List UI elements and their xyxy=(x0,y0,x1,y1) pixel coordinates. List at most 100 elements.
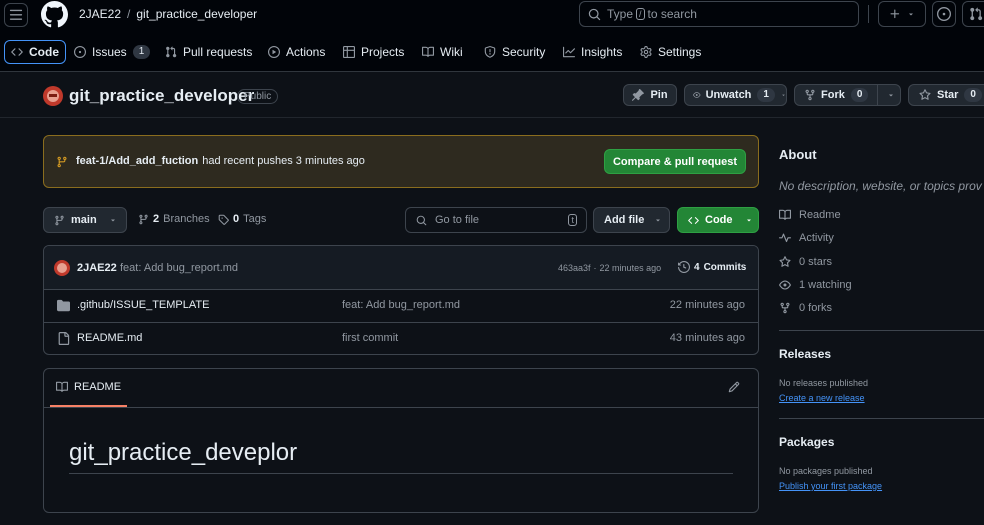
packages-title[interactable]: Packages xyxy=(779,435,834,449)
readme-tab[interactable]: README xyxy=(50,369,127,407)
tab-wiki[interactable]: Wiki xyxy=(416,40,469,64)
about-forks-link[interactable]: 0 forks xyxy=(779,302,832,314)
branches-label: Branches xyxy=(163,213,210,225)
go-to-file-input[interactable]: Go to file t xyxy=(405,207,587,233)
pull-requests-header-button[interactable] xyxy=(962,1,984,27)
about-title: About xyxy=(779,147,817,162)
star-icon xyxy=(919,89,931,100)
compare-pull-request-button[interactable]: Compare & pull request xyxy=(604,149,746,174)
tab-actions-label: Actions xyxy=(286,45,326,59)
star-label: Star xyxy=(937,89,959,101)
issue-opened-icon xyxy=(74,46,86,58)
triangle-down-icon xyxy=(746,219,751,222)
commit-message[interactable]: feat: Add bug_report.md xyxy=(120,262,238,274)
create-new-button[interactable] xyxy=(878,1,926,27)
add-file-button[interactable]: Add file xyxy=(593,207,670,233)
book-icon xyxy=(422,46,434,57)
branches-link[interactable]: 2 Branches xyxy=(138,213,210,225)
fork-counter: 0 xyxy=(850,88,869,102)
tab-insights[interactable]: Insights xyxy=(557,40,628,64)
triangle-down-icon[interactable] xyxy=(887,91,895,99)
repo-nav: Code Issues 1 Pull requests Actions Proj… xyxy=(0,40,984,72)
edit-readme-button[interactable] xyxy=(728,381,740,393)
book-icon xyxy=(56,381,68,392)
about-readme-link[interactable]: Readme xyxy=(779,209,841,221)
about-stars-link[interactable]: 0 stars xyxy=(779,256,832,268)
commit-author-avatar[interactable] xyxy=(54,260,70,276)
global-header: 2JAE22 / git_practice_developer Type / t… xyxy=(0,0,984,72)
watch-counter: 1 xyxy=(757,88,775,102)
search-icon xyxy=(416,215,427,225)
table-row[interactable]: README.md first commit 43 minutes ago xyxy=(44,323,758,354)
pin-icon xyxy=(632,89,645,101)
tab-projects[interactable]: Projects xyxy=(337,40,410,64)
plus-icon xyxy=(890,9,900,19)
tab-projects-label: Projects xyxy=(361,45,405,59)
table-row[interactable]: .github/ISSUE_TEMPLATE feat: Add bug_rep… xyxy=(44,290,758,322)
banner-branch[interactable]: feat-1/Add_add_fuction xyxy=(76,155,198,167)
tab-issues[interactable]: Issues 1 xyxy=(68,40,156,64)
commit-time: 22 minutes ago xyxy=(599,263,662,273)
file-table: 2JAE22 feat: Add bug_report.md 463aa3f ·… xyxy=(43,245,759,355)
star-button[interactable]: Star 0 xyxy=(908,84,984,106)
tags-label: Tags xyxy=(243,213,267,225)
tab-code[interactable]: Code xyxy=(4,40,66,64)
pin-label: Pin xyxy=(650,89,668,101)
issues-header-button[interactable] xyxy=(932,1,956,27)
recent-push-banner: feat-1/Add_add_fuction had recent pushes… xyxy=(43,135,759,188)
releases-empty-text: No releases published xyxy=(779,378,869,388)
unwatch-button[interactable]: Unwatch 1 xyxy=(684,84,787,106)
about-watching-link[interactable]: 1 watching xyxy=(779,279,852,291)
search-input[interactable]: Type / to search xyxy=(579,1,859,27)
breadcrumb-repo[interactable]: git_practice_developer xyxy=(136,7,257,21)
create-release-link[interactable]: Create a new release xyxy=(779,393,865,403)
commit-author[interactable]: 2JAE22 xyxy=(77,262,117,274)
file-name[interactable]: .github/ISSUE_TEMPLATE xyxy=(77,299,209,311)
tab-settings[interactable]: Settings xyxy=(634,40,707,64)
repo-forked-icon xyxy=(780,302,790,314)
commit-meta: 463aa3f · 22 minutes ago xyxy=(558,263,661,273)
tab-pull-requests[interactable]: Pull requests xyxy=(159,40,258,64)
commit-hash[interactable]: 463aa3f xyxy=(558,263,591,273)
search-icon xyxy=(588,8,601,20)
tags-link[interactable]: 0 Tags xyxy=(218,213,266,225)
menu-button[interactable] xyxy=(4,3,28,27)
hamburger-icon xyxy=(9,9,23,20)
eye-icon xyxy=(693,92,701,98)
tab-issues-label: Issues xyxy=(92,45,127,59)
gear-icon xyxy=(640,46,652,58)
tab-security[interactable]: Security xyxy=(478,40,551,64)
pin-button[interactable]: Pin xyxy=(623,84,677,106)
file-name[interactable]: README.md xyxy=(77,332,142,344)
pulse-icon xyxy=(779,233,791,243)
github-logo-icon[interactable] xyxy=(41,1,68,28)
about-forks-label: 0 forks xyxy=(799,302,833,314)
file-icon xyxy=(58,332,70,345)
code-dropdown-button[interactable]: Code xyxy=(677,207,759,233)
repo-avatar[interactable] xyxy=(43,86,63,106)
git-branch-icon xyxy=(57,156,67,168)
about-activity-link[interactable]: Activity xyxy=(779,232,834,244)
git-branch-icon xyxy=(139,214,148,224)
about-activity-label: Activity xyxy=(799,232,834,244)
triangle-down-icon xyxy=(110,219,115,222)
latest-commit-bar: 2JAE22 feat: Add bug_report.md 463aa3f ·… xyxy=(44,246,758,289)
fork-button[interactable]: Fork 0 xyxy=(794,84,901,106)
readme-heading: git_practice_deveplor xyxy=(69,439,298,466)
releases-title[interactable]: Releases xyxy=(779,347,831,361)
fork-split-divider xyxy=(877,85,879,105)
breadcrumb-owner[interactable]: 2JAE22 xyxy=(79,7,121,21)
commit-dot: · xyxy=(593,263,597,273)
file-commit-message[interactable]: feat: Add bug_report.md xyxy=(342,299,460,311)
tab-actions[interactable]: Actions xyxy=(262,40,331,64)
branch-select-button[interactable]: main xyxy=(43,207,127,233)
branches-count: 2 xyxy=(153,213,160,225)
book-icon xyxy=(779,209,791,220)
commits-history-link[interactable]: 4 Commits xyxy=(678,261,746,273)
publish-package-link[interactable]: Publish your first package xyxy=(779,481,882,491)
repo-title[interactable]: git_practice_developer xyxy=(69,86,254,106)
triangle-down-icon xyxy=(782,94,785,96)
triangle-down-icon xyxy=(656,219,661,222)
repo-head-divider xyxy=(0,117,984,118)
file-commit-message[interactable]: first commit xyxy=(342,332,398,344)
